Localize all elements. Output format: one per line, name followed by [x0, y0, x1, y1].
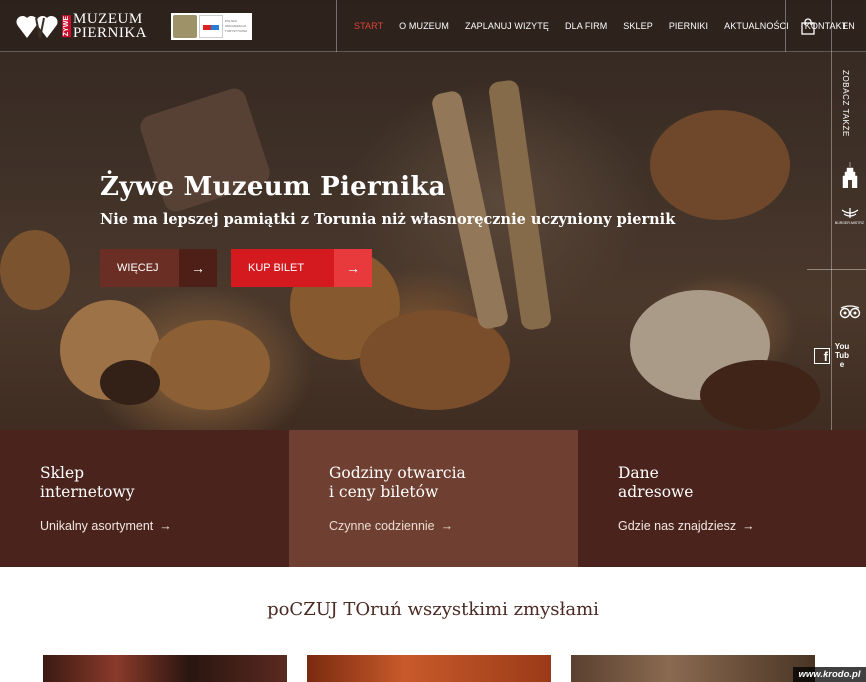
logo-wordmark: MUZEUM PIERNIKA [73, 11, 147, 41]
tile-title: Godziny otwarcia i ceny biletów [329, 464, 578, 502]
tile-online-shop[interactable]: Sklep internetowy Unikalny asortyment → [0, 430, 289, 567]
partner-note: POLSKA ORGANIZACJA TURYSTYCZNA [225, 19, 248, 33]
tile-link-label: Unikalny asortyment [40, 519, 154, 533]
nav-item-start[interactable]: START [346, 21, 391, 31]
hearts-logo-icon [16, 12, 60, 40]
partner-logos[interactable]: POLSKA ORGANIZACJA TURYSTYCZNA [171, 13, 252, 40]
gallery-thumbnail[interactable] [307, 655, 551, 682]
header-divider [336, 0, 337, 52]
tile-title-line: internetowy [40, 483, 135, 501]
buy-ticket-label: KUP BILET [248, 262, 305, 274]
youtube-icon[interactable]: You Tube [833, 342, 851, 369]
logo-word-top: MUZEUM [73, 11, 143, 27]
arrow-right-icon: → [440, 519, 454, 533]
arrow-right-icon: → [179, 249, 217, 287]
tile-opening-hours[interactable]: Godziny otwarcia i ceny biletów Czynne c… [289, 430, 578, 567]
arrow-right-icon: → [742, 519, 755, 533]
side-divider [807, 269, 866, 270]
nav-item-dla-firm[interactable]: DLA FIRM [557, 21, 615, 31]
tile-link-label: Gdzie nas znajdziesz [618, 519, 737, 533]
hero-subtitle: Nie ma lepszej pamiątki z Torunia niż wł… [100, 211, 676, 228]
tile-address[interactable]: Dane adresowe Gdzie nas znajdziesz → [578, 430, 866, 567]
youtube-label: You Tube [834, 342, 850, 369]
arrow-right-icon: → [334, 249, 372, 287]
logo-badge: ŻYWE [62, 14, 71, 38]
side-panel: ZOBACZ TAKŻE BURGER-MISTRZ f You Tube [807, 52, 866, 430]
tile-title: Sklep internetowy [40, 464, 289, 502]
tile-link[interactable]: Unikalny asortyment → [40, 519, 289, 533]
hero-title: Żywe Muzeum Piernika [100, 172, 446, 202]
burger-mistrz-icon[interactable]: BURGER-MISTRZ [832, 206, 866, 225]
section-title: poCZUJ TOruń wszystkimi zmysłami [267, 599, 599, 620]
tripadvisor-icon[interactable] [832, 305, 866, 319]
tile-title: Dane adresowe [618, 464, 866, 502]
tile-link[interactable]: Czynne codziennie → [329, 519, 578, 533]
burger-mistrz-caption: BURGER-MISTRZ [834, 221, 865, 225]
museum-logo[interactable]: ŻYWE MUZEUM PIERNIKA [16, 9, 156, 43]
castle-icon[interactable] [832, 162, 866, 188]
tile-title-line: Godziny otwarcia [329, 464, 466, 482]
facebook-icon[interactable]: f [814, 347, 830, 364]
main-nav: START O MUZEUM ZAPLANUJ WIZYTĘ DLA FIRM … [346, 0, 855, 52]
watermark: www.krodo.pl [793, 667, 866, 682]
nav-item-zaplanuj-wizyte[interactable]: ZAPLANUJ WIZYTĘ [457, 21, 557, 31]
gallery-thumbnail[interactable] [571, 655, 815, 682]
tile-title-line: adresowe [618, 483, 694, 501]
nav-item-pierniki[interactable]: PIERNIKI [661, 21, 716, 31]
more-button[interactable]: WIĘCEJ → [100, 249, 217, 287]
more-button-label: WIĘCEJ [117, 262, 159, 274]
cart-button[interactable] [785, 0, 831, 52]
tile-link[interactable]: Gdzie nas znajdziesz → [618, 519, 866, 533]
social-icons: f You Tube [814, 342, 866, 369]
tile-title-line: Sklep [40, 464, 85, 482]
language-switch[interactable]: EN [831, 0, 866, 52]
partner-emblem-icon [173, 15, 197, 38]
partner-flag-icon [199, 15, 223, 38]
site-header: ŻYWE MUZEUM PIERNIKA POLSKA ORGANIZACJA … [0, 0, 866, 52]
gallery-thumbnail[interactable] [43, 655, 287, 682]
see-also-label: ZOBACZ TAKŻE [841, 70, 850, 137]
shopping-bag-icon [801, 17, 815, 35]
buy-ticket-button[interactable]: KUP BILET → [231, 249, 372, 287]
tile-title-line: Dane [618, 464, 659, 482]
nav-item-sklep[interactable]: SKLEP [615, 21, 661, 31]
arrow-right-icon: → [159, 519, 172, 533]
tile-link-label: Czynne codziennie [329, 519, 435, 533]
tile-title-line: i ceny biletów [329, 483, 439, 501]
logo-word-bottom: PIERNIKA [73, 25, 147, 41]
nav-item-o-muzeum[interactable]: O MUZEUM [391, 21, 457, 31]
